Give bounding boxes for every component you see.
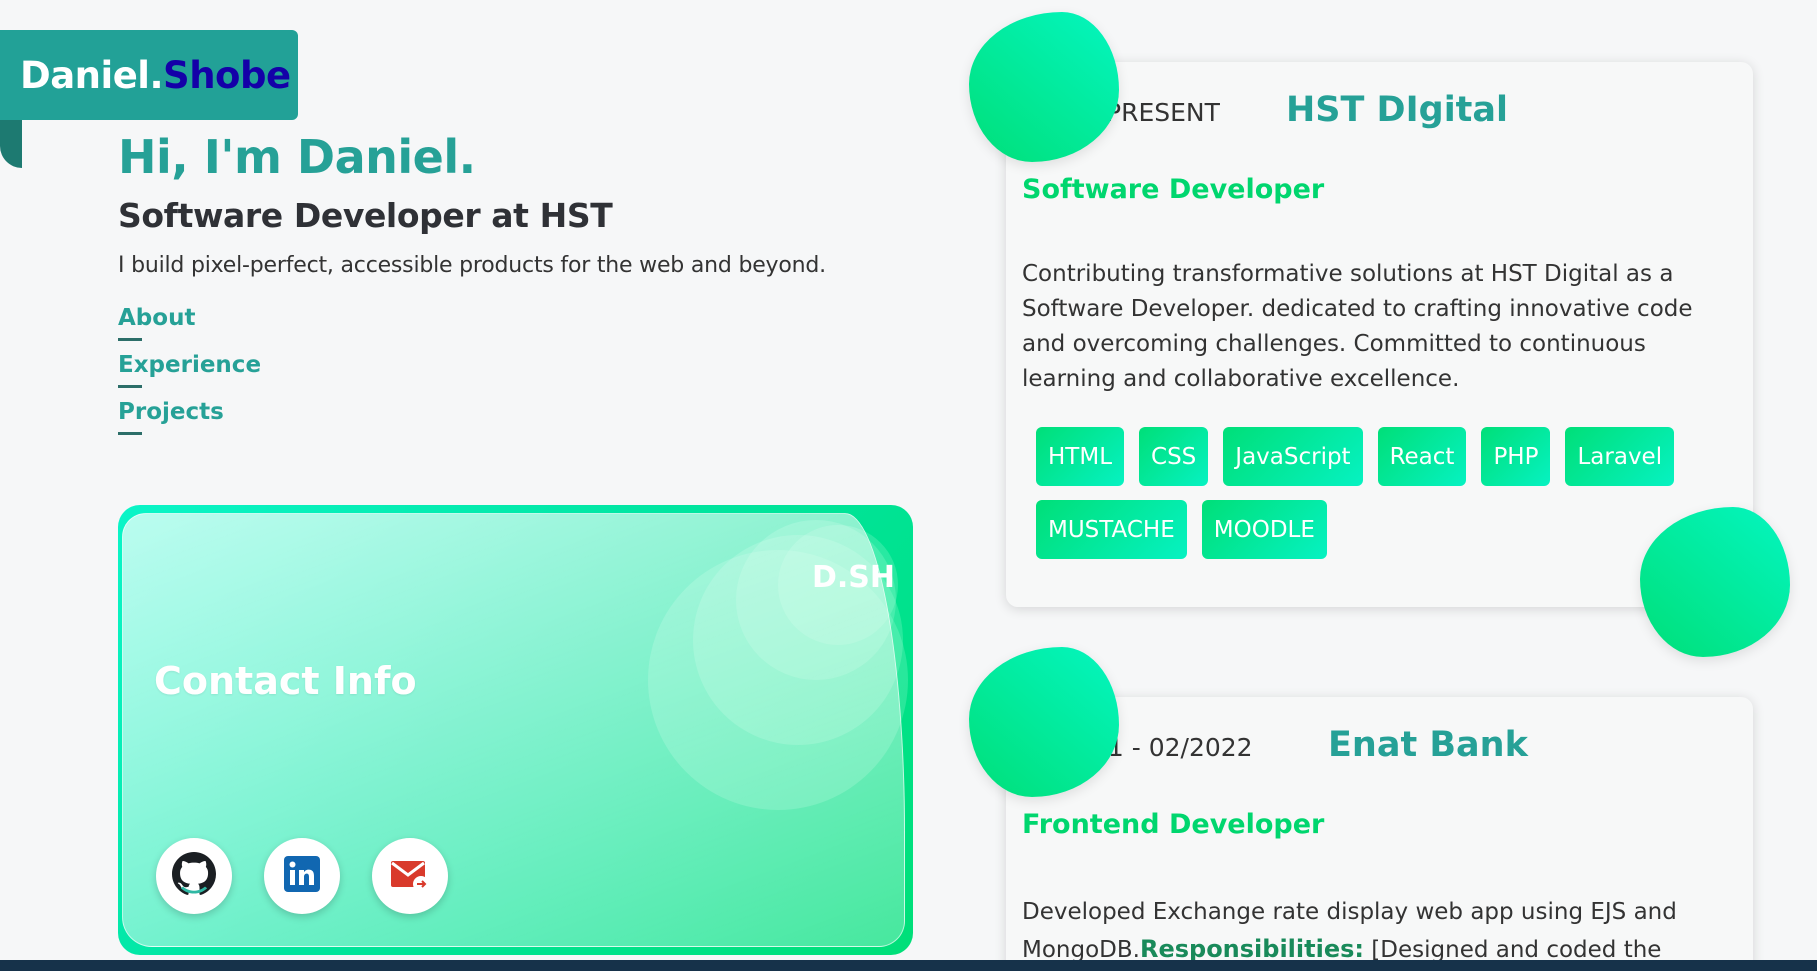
logo-ribbon-fold [0, 118, 22, 168]
logo-last-name: Shobe [163, 53, 291, 97]
contact-card: D.SH Contact Info [118, 505, 913, 955]
gmail-link[interactable] [372, 838, 448, 914]
tech-tag: React [1377, 427, 1467, 486]
experience-card: 21 - 02/2022 Enat Bank Frontend Develope… [1006, 697, 1753, 960]
linkedin-link[interactable] [264, 838, 340, 914]
github-link[interactable] [156, 838, 232, 914]
nav-item-experience[interactable]: Experience [118, 352, 261, 399]
tech-tag: Laravel [1565, 427, 1675, 486]
tech-tag: MOODLE [1201, 500, 1327, 559]
experience-description: Contributing transformative solutions at… [1022, 261, 1693, 392]
responsibilities-text: [Designed and coded the [1364, 937, 1662, 960]
logo[interactable]: Daniel. Shobe [0, 30, 298, 120]
contact-title: Contact Info [154, 659, 417, 703]
tech-tag: PHP [1481, 427, 1551, 486]
nav-item-about[interactable]: About [118, 305, 261, 352]
logo-first-name: Daniel. [20, 53, 164, 97]
hero-title: Hi, I'm Daniel. [118, 130, 476, 184]
experience-description: Developed Exchange rate display web app … [1022, 894, 1742, 960]
section-nav: About Experience Projects [118, 305, 261, 446]
responsibilities-label: Responsibilities: [1139, 935, 1364, 960]
contact-badge: D.SH [811, 560, 895, 595]
experience-period: PRESENT [1106, 98, 1220, 127]
linkedin-icon [282, 854, 322, 898]
github-icon [172, 852, 216, 900]
experience-card: PRESENT HST DIgital Software Developer C… [1006, 62, 1753, 607]
experience-role: Frontend Developer [1022, 809, 1325, 840]
tech-tag: JavaScript [1223, 427, 1363, 486]
tech-tags: HTML CSS JavaScript React PHP Laravel MU… [1036, 427, 1716, 559]
tech-tag: CSS [1139, 427, 1209, 486]
gmail-icon [388, 852, 432, 900]
hero-description: I build pixel-perfect, accessible produc… [118, 253, 826, 278]
social-links [156, 838, 448, 914]
hero-subtitle: Software Developer at HST [118, 196, 613, 235]
experience-role: Software Developer [1022, 174, 1325, 205]
experience-company: HST DIgital [1286, 90, 1509, 130]
page: Daniel. Shobe Hi, I'm Daniel. Software De… [0, 0, 1817, 960]
experience-company: Enat Bank [1328, 725, 1528, 765]
tech-tag: MUSTACHE [1036, 500, 1187, 559]
nav-item-projects[interactable]: Projects [118, 399, 261, 446]
tech-tag: HTML [1036, 427, 1125, 486]
